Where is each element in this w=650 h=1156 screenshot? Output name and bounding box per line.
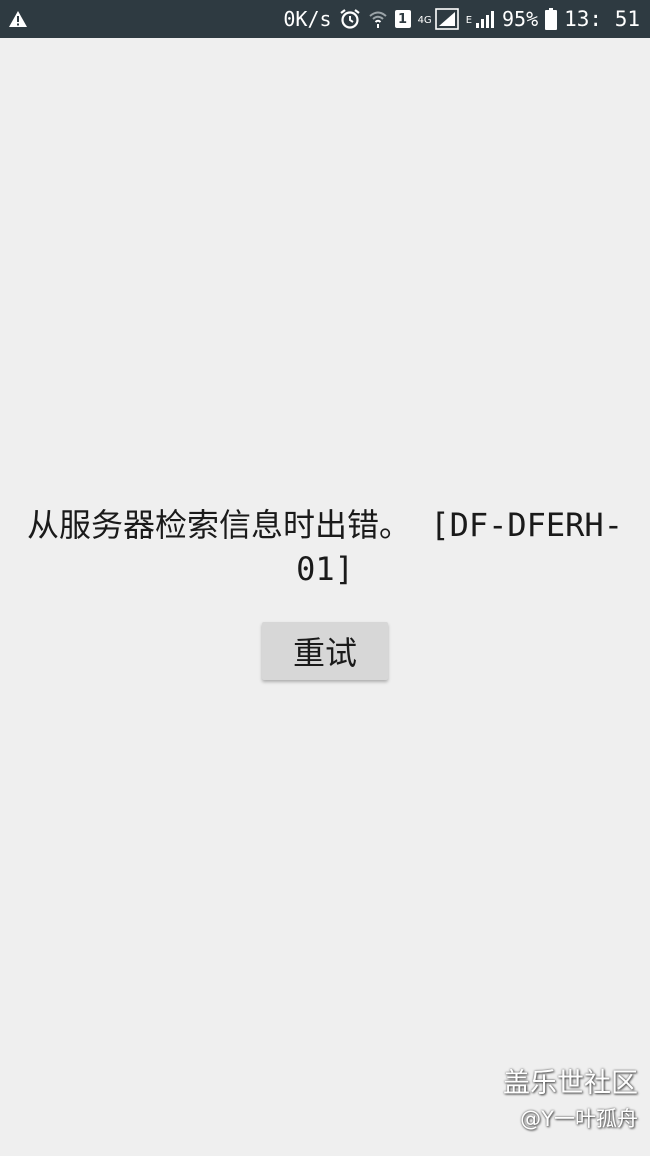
retry-button[interactable]: 重试 — [262, 622, 388, 680]
watermark: 盖乐世社区 @Y一叶孤舟 — [503, 1066, 638, 1136]
screen: 0K/s 1 4G E 95% 13: 51 从服务器检索信息时出错。 [DF-… — [0, 0, 650, 1156]
status-bar-left — [8, 10, 28, 28]
wifi-icon — [368, 9, 388, 29]
error-message: 从服务器检索信息时出错。 [DF-DFERH-01] — [27, 506, 623, 588]
network-speed: 0K/s — [283, 7, 332, 31]
watermark-user: @Y一叶孤舟 — [520, 1107, 638, 1131]
clock: 13: 51 — [564, 7, 640, 31]
signal-icon — [475, 9, 495, 29]
warning-icon — [8, 10, 28, 28]
alarm-icon — [339, 8, 361, 30]
battery-percent: 95% — [502, 7, 539, 31]
signal-icon — [434, 8, 459, 30]
battery-icon — [545, 8, 558, 30]
status-bar: 0K/s 1 4G E 95% 13: 51 — [0, 0, 650, 38]
sim-icon: 1 — [394, 10, 411, 28]
watermark-title: 盖乐世社区 — [503, 1068, 638, 1099]
network-type-label: 4G — [417, 15, 432, 26]
status-bar-right: 0K/s 1 4G E 95% 13: 51 — [283, 7, 640, 31]
network-type-secondary-label: E — [465, 15, 473, 26]
